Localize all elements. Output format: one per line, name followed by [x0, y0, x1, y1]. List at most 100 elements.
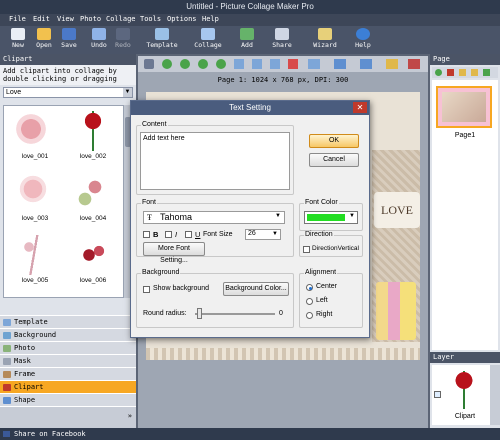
clipart-item[interactable]: love_006 — [64, 232, 122, 292]
page-label: Page1 — [454, 132, 476, 139]
ok-button[interactable]: OK — [309, 134, 359, 148]
crop-icon[interactable] — [234, 59, 244, 69]
fit-icon[interactable] — [408, 59, 420, 69]
clipart-label: love_005 — [21, 277, 49, 284]
flip-icon[interactable] — [198, 59, 208, 69]
chevron-down-icon[interactable]: ▼ — [349, 213, 355, 219]
clipart-item[interactable]: love_005 — [6, 232, 64, 292]
content-textarea[interactable]: Add text here — [140, 132, 290, 190]
category-background[interactable]: Background — [0, 328, 136, 341]
delete-icon[interactable] — [288, 59, 298, 69]
align-right-radio[interactable] — [306, 312, 313, 319]
chevron-down-icon[interactable]: ▼ — [123, 88, 132, 97]
category-dropdown[interactable]: Love ▼ — [3, 87, 133, 98]
direction-vertical-checkbox[interactable] — [303, 246, 310, 253]
close-icon[interactable]: ✕ — [353, 102, 367, 113]
rotate-left-icon[interactable] — [162, 59, 172, 69]
font-size-dropdown[interactable]: 26 ▼ — [245, 229, 281, 240]
share-button[interactable]: Share — [268, 28, 296, 52]
italic-checkbox[interactable] — [165, 231, 172, 238]
category-mask[interactable]: Mask — [0, 354, 136, 367]
move-page-icon[interactable] — [471, 69, 478, 76]
bold-checkbox[interactable] — [143, 231, 150, 238]
menu-tools[interactable]: Tools — [140, 15, 161, 23]
chevron-down-icon[interactable]: ▼ — [275, 213, 281, 219]
round-radius-slider[interactable] — [197, 308, 202, 319]
category-clipart[interactable]: Clipart — [0, 380, 136, 393]
share-facebook-link[interactable]: Share on Facebook — [14, 430, 86, 438]
cancel-button[interactable]: Cancel — [309, 153, 359, 167]
category-shape[interactable]: Shape — [0, 393, 136, 406]
category-more[interactable]: » — [0, 406, 136, 428]
resize-icon[interactable] — [252, 59, 262, 69]
background-color-button[interactable]: Background Color... — [223, 282, 289, 296]
open-button[interactable]: Open — [32, 28, 56, 52]
redo-label: Redo — [115, 41, 131, 49]
align-icon[interactable] — [308, 59, 320, 69]
show-background-checkbox[interactable] — [143, 286, 150, 293]
wizard-button[interactable]: Wizard — [311, 28, 339, 52]
chevron-down-icon[interactable]: ▼ — [272, 231, 278, 237]
collage-button[interactable]: Collage — [193, 28, 223, 52]
menu-file[interactable]: File — [9, 15, 26, 23]
layer-order-icon[interactable] — [360, 59, 372, 69]
love-sign[interactable]: LOVE — [374, 192, 420, 228]
delete-page-icon[interactable] — [447, 69, 454, 76]
clipart-item[interactable]: love_001 — [6, 108, 64, 168]
layer-visible-checkbox[interactable] — [434, 391, 441, 398]
clipart-thumb — [73, 235, 113, 275]
direction-group: Direction DirectionVertical — [299, 231, 363, 257]
refresh-icon[interactable] — [483, 69, 490, 76]
help-button[interactable]: Help — [351, 28, 375, 52]
font-color-picker[interactable]: ▼ — [304, 211, 358, 224]
menu-collage[interactable]: Collage — [106, 15, 136, 23]
underline-checkbox[interactable] — [185, 231, 192, 238]
add-button[interactable]: Add — [235, 28, 259, 52]
menu-view[interactable]: View — [57, 15, 74, 23]
menu-help[interactable]: Help — [202, 15, 219, 23]
distribute-icon[interactable] — [334, 59, 346, 69]
page-thumbnail[interactable] — [436, 86, 492, 128]
stamp-icon[interactable] — [144, 59, 154, 69]
category-template[interactable]: Template — [0, 315, 136, 328]
more-font-button[interactable]: More Font Setting... — [143, 242, 205, 264]
redo-button[interactable]: Redo — [111, 28, 135, 52]
zoom-icon[interactable] — [386, 59, 398, 69]
status-bar: Share on Facebook — [0, 428, 500, 440]
align-left-radio[interactable] — [306, 298, 313, 305]
font-group: Font Ŧ Tahoma ▼ B I U Font Size 26 ▼ Mor… — [136, 199, 294, 264]
facebook-icon[interactable] — [3, 431, 10, 437]
candles-photo[interactable] — [376, 282, 416, 340]
round-radius-label: Round radius: — [143, 310, 187, 317]
clipart-item[interactable]: love_002 — [64, 108, 122, 168]
template-icon — [155, 28, 169, 40]
save-button[interactable]: Save — [57, 28, 81, 52]
clipart-label: love_001 — [21, 153, 49, 160]
layer-thumbnail[interactable] — [450, 371, 478, 409]
clipart-label: love_006 — [79, 277, 107, 284]
move-down-icon[interactable] — [216, 59, 226, 69]
font-name-dropdown[interactable]: Ŧ Tahoma ▼ — [143, 211, 285, 224]
add-page-icon[interactable] — [435, 69, 442, 76]
clipart-item[interactable]: love_004 — [64, 170, 122, 230]
font-name-value: Tahoma — [160, 212, 193, 222]
layer-scrollbar[interactable] — [490, 365, 500, 425]
category-photo[interactable]: Photo — [0, 341, 136, 354]
rotate-right-icon[interactable] — [180, 59, 190, 69]
chevron-right-icon[interactable]: » — [128, 410, 132, 422]
category-frame[interactable]: Frame — [0, 367, 136, 380]
menu-edit[interactable]: Edit — [33, 15, 50, 23]
category-label: Mask — [14, 357, 31, 365]
move-page-icon[interactable] — [459, 69, 466, 76]
copy-icon[interactable] — [270, 59, 280, 69]
undo-button[interactable]: Undo — [87, 28, 111, 52]
frame-icon — [3, 371, 11, 378]
help-icon — [356, 28, 370, 40]
clipart-item[interactable]: love_003 — [6, 170, 64, 230]
menu-options[interactable]: Options — [167, 15, 197, 23]
menu-photo[interactable]: Photo — [80, 15, 101, 23]
new-button[interactable]: New — [6, 28, 30, 52]
menu-bar: File Edit View Photo Collage Tools Optio… — [0, 14, 500, 26]
template-button[interactable]: Template — [145, 28, 179, 52]
align-center-radio[interactable] — [306, 284, 313, 291]
